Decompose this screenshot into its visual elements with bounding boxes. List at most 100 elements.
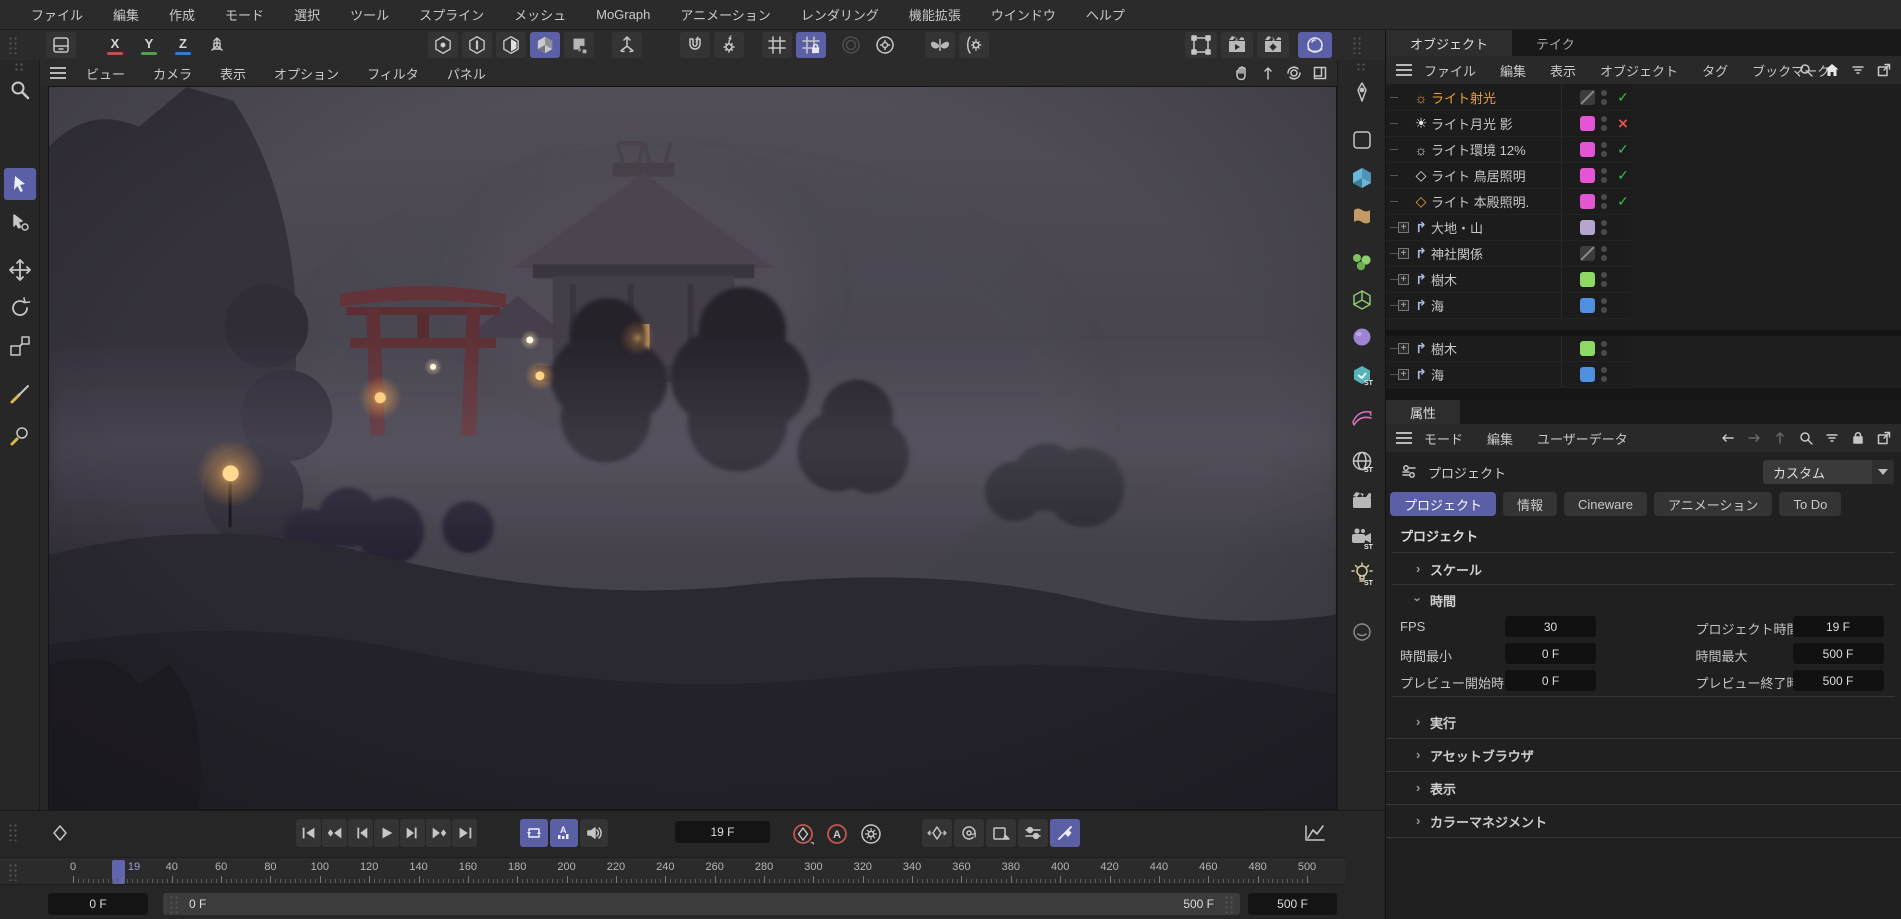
- layer-color-swatch[interactable]: [1580, 272, 1595, 287]
- object-row[interactable]: ライト 鳥居照明: [1386, 163, 1631, 189]
- stage-object-button[interactable]: [1346, 484, 1378, 516]
- enabled-state-icon[interactable]: [1615, 89, 1631, 106]
- nurbs-object-button[interactable]: [1346, 401, 1378, 433]
- number-field[interactable]: 30: [1505, 616, 1596, 637]
- om-menu-icon[interactable]: [1396, 64, 1412, 76]
- point-mode-button[interactable]: [428, 32, 458, 58]
- viewport-canvas[interactable]: [48, 86, 1337, 810]
- attribute-tab[interactable]: アニメーション: [1654, 492, 1772, 516]
- object-name[interactable]: ライト射光: [1431, 88, 1580, 107]
- visibility-dots[interactable]: [1601, 142, 1607, 157]
- camera-object-button[interactable]: ST: [1346, 522, 1378, 554]
- menu-item[interactable]: スプライン: [404, 5, 499, 24]
- light-object-button[interactable]: ST: [1346, 558, 1378, 590]
- menu-item[interactable]: 機能拡張: [894, 5, 976, 24]
- expand-toggle-icon[interactable]: [1398, 274, 1409, 285]
- sound-toggle-button[interactable]: [580, 819, 608, 847]
- layer-color-swatch[interactable]: [1580, 142, 1595, 157]
- key-filter-button[interactable]: [1050, 819, 1080, 847]
- expand-toggle-icon[interactable]: [1398, 222, 1409, 233]
- layer-color-swatch[interactable]: [1580, 194, 1595, 209]
- number-field[interactable]: 0 F: [1505, 643, 1596, 664]
- timeline-ruler[interactable]: 19 0406080100120140160180200220240260280…: [0, 857, 1345, 885]
- visibility-dots[interactable]: [1601, 298, 1607, 313]
- viewport-menu-item[interactable]: オプション: [260, 64, 353, 83]
- menu-item[interactable]: ヘルプ: [1071, 5, 1140, 24]
- menu-item[interactable]: ツール: [335, 5, 404, 24]
- attribute-tab[interactable]: To Do: [1779, 492, 1841, 516]
- goto-end-button[interactable]: [452, 819, 477, 847]
- orbit-view-button[interactable]: [1283, 62, 1305, 84]
- menu-item[interactable]: MoGraph: [581, 7, 665, 22]
- object-name[interactable]: 大地・山: [1431, 218, 1580, 237]
- snap-settings-button[interactable]: [714, 32, 744, 58]
- deformer-object-button[interactable]: [1346, 321, 1378, 353]
- ruler-grip[interactable]: [8, 863, 18, 881]
- dolly-view-button[interactable]: [1257, 62, 1279, 84]
- target-button[interactable]: [836, 32, 866, 58]
- workplane-grid-button[interactable]: [762, 32, 792, 58]
- plane-object-button[interactable]: [1346, 124, 1378, 156]
- menu-item[interactable]: ウインドウ: [976, 5, 1071, 24]
- object-row[interactable]: 樹木: [1386, 336, 1631, 362]
- environment-object-button[interactable]: ST: [1346, 445, 1378, 477]
- am-menu-item[interactable]: 編集: [1475, 429, 1525, 448]
- tab-objects[interactable]: オブジェクト: [1386, 30, 1512, 56]
- collapsed-section[interactable]: アセットブラウザ: [1386, 739, 1901, 772]
- lock-workplane-button[interactable]: [796, 32, 826, 58]
- object-name[interactable]: 樹木: [1431, 270, 1580, 289]
- object-name[interactable]: ライト 鳥居照明: [1431, 166, 1580, 185]
- viewport-menu-item[interactable]: カメラ: [139, 64, 206, 83]
- am-up-button[interactable]: [1771, 429, 1789, 447]
- section-time[interactable]: 時間: [1386, 586, 1901, 614]
- model-mode-button[interactable]: [530, 32, 560, 58]
- modifier-settings-button[interactable]: [959, 32, 989, 58]
- object-row[interactable]: 神社関係: [1386, 241, 1631, 267]
- expand-toggle-icon[interactable]: [1398, 369, 1409, 380]
- key-position-button[interactable]: [922, 819, 952, 847]
- am-detach-button[interactable]: [1875, 429, 1893, 447]
- am-menu-item[interactable]: ユーザーデータ: [1525, 429, 1640, 448]
- am-forward-button[interactable]: [1745, 429, 1763, 447]
- keyframe-all-button[interactable]: [46, 819, 74, 847]
- zoom-tool-button[interactable]: [4, 74, 36, 106]
- menu-item[interactable]: アニメーション: [665, 5, 785, 24]
- am-menu-icon[interactable]: [1396, 432, 1412, 444]
- visibility-dots[interactable]: [1601, 272, 1607, 287]
- edge-mode-button[interactable]: [462, 32, 492, 58]
- attribute-tab[interactable]: プロジェクト: [1390, 492, 1496, 516]
- number-field[interactable]: 500 F: [1793, 643, 1884, 664]
- om-menu-item[interactable]: タグ: [1690, 61, 1740, 80]
- keying-settings-button[interactable]: [856, 819, 886, 849]
- range-left-handle[interactable]: [169, 895, 179, 913]
- material-pen-button[interactable]: [1346, 616, 1378, 648]
- object-row[interactable]: ライト環境 12%: [1386, 137, 1631, 163]
- expand-toggle-icon[interactable]: [1398, 300, 1409, 311]
- symmetry-button[interactable]: [925, 32, 955, 58]
- toolbar-grip-right[interactable]: [1352, 36, 1362, 54]
- workplane-box-button[interactable]: [46, 32, 76, 58]
- pane-splitter[interactable]: [1386, 388, 1901, 400]
- key-rotation-button[interactable]: [954, 819, 984, 847]
- object-row[interactable]: ライト 本殿照明.: [1386, 189, 1631, 215]
- brush-tool-button[interactable]: [4, 378, 36, 410]
- layer-color-swatch[interactable]: [1580, 90, 1595, 105]
- collapsed-section[interactable]: 表示: [1386, 772, 1901, 805]
- object-row[interactable]: ライト射光: [1386, 85, 1631, 111]
- enable-axis-button[interactable]: [612, 32, 642, 58]
- loop-playback-button[interactable]: [520, 819, 548, 847]
- om-menu-item[interactable]: 編集: [1488, 61, 1538, 80]
- object-name[interactable]: 海: [1431, 365, 1580, 384]
- goto-start-button[interactable]: [296, 819, 321, 847]
- number-field[interactable]: 500 F: [1793, 670, 1884, 691]
- layer-color-swatch[interactable]: [1580, 341, 1595, 356]
- lock-x-axis-button[interactable]: X: [100, 32, 130, 58]
- object-row[interactable]: 海: [1386, 293, 1631, 319]
- expand-toggle-icon[interactable]: [1398, 248, 1409, 259]
- menu-item[interactable]: 作成: [154, 5, 210, 24]
- menu-item[interactable]: 選択: [279, 5, 335, 24]
- rotate-tool-button[interactable]: [4, 292, 36, 324]
- layer-color-swatch[interactable]: [1580, 168, 1595, 183]
- range-right-handle[interactable]: [1224, 895, 1234, 913]
- viewport-menu-icon[interactable]: [50, 67, 66, 79]
